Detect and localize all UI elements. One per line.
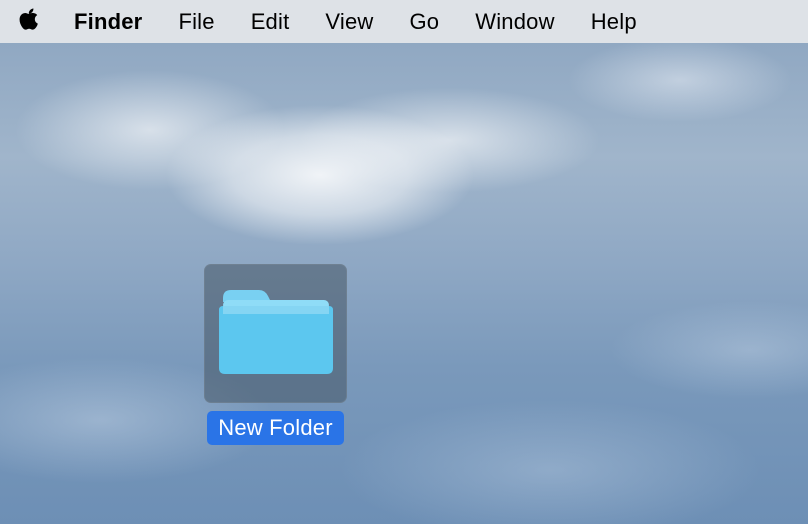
menu-edit[interactable]: Edit	[233, 9, 308, 35]
menu-view[interactable]: View	[307, 9, 391, 35]
menu-window[interactable]: Window	[457, 9, 572, 35]
menubar: Finder File Edit View Go Window Help	[0, 0, 808, 43]
menu-go[interactable]: Go	[392, 9, 458, 35]
apple-menu[interactable]	[18, 6, 52, 38]
apple-logo-icon	[18, 6, 40, 38]
folder-label[interactable]: New Folder	[207, 411, 343, 445]
desktop[interactable]: Finder File Edit View Go Window Help	[0, 0, 808, 524]
desktop-wallpaper	[0, 0, 808, 524]
menu-file[interactable]: File	[160, 9, 232, 35]
menu-app-name[interactable]: Finder	[74, 9, 160, 35]
folder-icon	[219, 286, 333, 381]
desktop-folder-selected[interactable]: New Folder	[204, 264, 347, 445]
folder-selection-highlight	[204, 264, 347, 403]
menu-help[interactable]: Help	[573, 9, 655, 35]
